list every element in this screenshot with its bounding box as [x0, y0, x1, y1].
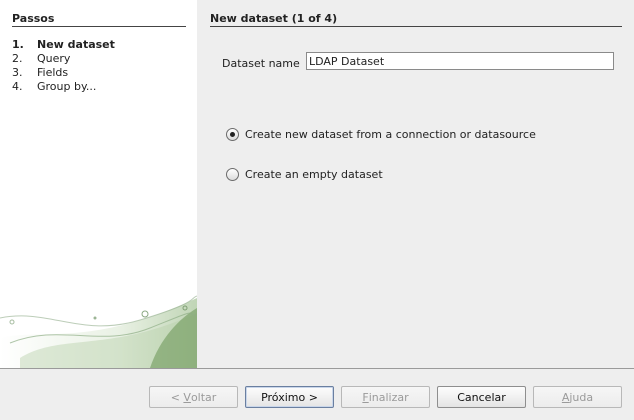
cancel-label: Cancelar [457, 390, 506, 404]
step-label: Fields [37, 66, 69, 79]
step-number: 4. [12, 80, 23, 93]
step-label: Query [37, 52, 71, 65]
step-item-query: 2. Query [12, 52, 115, 66]
option-label: Create an empty dataset [245, 168, 383, 181]
steps-panel: Passos 1. New dataset 2. Query 3. Fields… [0, 0, 197, 368]
next-button[interactable]: Próximo > [245, 386, 334, 408]
step-label: New dataset [37, 38, 115, 51]
finish-rest: inalizar [368, 390, 409, 404]
step-number: 1. [12, 38, 24, 51]
radio-button[interactable] [226, 168, 239, 181]
steps-list: 1. New dataset 2. Query 3. Fields 4. Gro… [12, 38, 115, 94]
footer-separator [0, 368, 634, 369]
finish-button[interactable]: Finalizar [341, 386, 430, 408]
back-rest: oltar [190, 390, 217, 404]
step-item-group-by: 4. Group by... [12, 80, 115, 94]
option-empty-dataset[interactable]: Create an empty dataset [226, 168, 383, 181]
step-item-new-dataset: 1. New dataset [12, 38, 115, 52]
step-number: 3. [12, 66, 23, 79]
next-label: Próximo > [261, 390, 318, 404]
option-label: Create new dataset from a connection or … [245, 128, 536, 141]
step-label: Group by... [37, 80, 97, 93]
radio-button-selected[interactable] [226, 128, 239, 141]
content-panel: New dataset (1 of 4) Dataset name Create… [198, 0, 634, 368]
back-mnemonic: V [183, 390, 191, 404]
step-number: 2. [12, 52, 23, 65]
back-button[interactable]: < Voltar [149, 386, 238, 408]
steps-title: Passos [12, 12, 186, 27]
option-from-connection[interactable]: Create new dataset from a connection or … [226, 128, 536, 141]
step-item-fields: 3. Fields [12, 66, 115, 80]
page-title: New dataset (1 of 4) [210, 12, 622, 27]
dataset-name-input[interactable] [306, 52, 614, 70]
decorative-swirl-image [0, 295, 197, 368]
help-rest: juda [569, 390, 594, 404]
help-button[interactable]: Ajuda [533, 386, 622, 408]
dataset-name-label: Dataset name [222, 57, 300, 70]
back-prefix: < [170, 390, 184, 404]
cancel-button[interactable]: Cancelar [437, 386, 526, 408]
